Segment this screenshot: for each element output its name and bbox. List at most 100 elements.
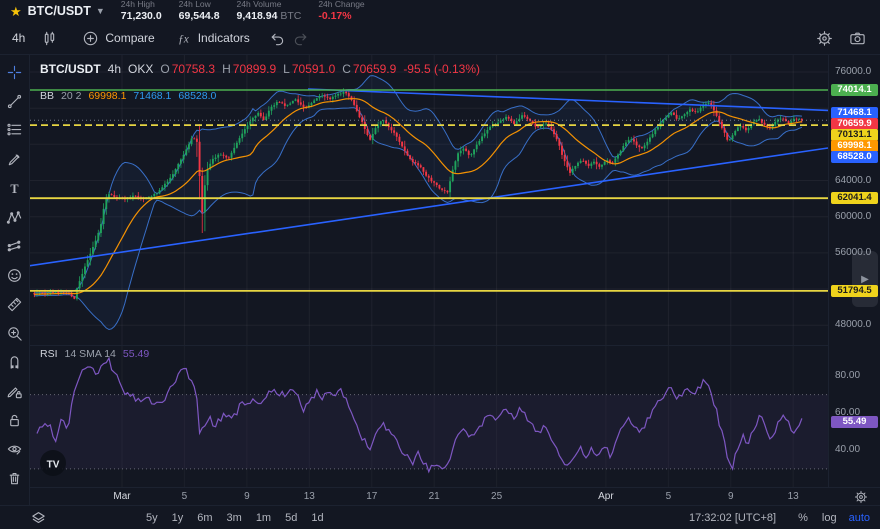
fib-retracement-icon <box>6 122 23 139</box>
tool-brush[interactable] <box>2 150 28 168</box>
tool-trend-line[interactable] <box>2 92 28 110</box>
tool-zoom-in[interactable] <box>2 324 28 342</box>
chart-toolbar: 4h Compare ƒx Indicators <box>0 22 880 55</box>
gear-icon <box>854 490 868 504</box>
bb-name: BB <box>40 90 54 102</box>
clock[interactable]: 17:32:02 [UTC+8] <box>689 512 776 524</box>
tool-projection[interactable] <box>2 237 28 255</box>
symbol-bar: ★ BTC/USDT ▼ 24h High71,230.024h Low69,5… <box>0 0 880 23</box>
tool-hide-all[interactable] <box>2 440 28 458</box>
range-3m[interactable]: 3m <box>220 512 249 524</box>
tool-remove-all[interactable] <box>2 469 28 487</box>
tool-lock-all[interactable] <box>2 411 28 429</box>
rsi-name: RSI <box>40 348 58 360</box>
indicators-label: Indicators <box>198 31 250 45</box>
compare-button[interactable]: Compare <box>74 25 162 51</box>
tool-fib-retracement[interactable] <box>2 121 28 139</box>
time-axis-settings-button[interactable] <box>854 490 868 504</box>
low-value: 70591.0 <box>292 62 335 76</box>
remove-all-icon <box>6 470 23 487</box>
interval-label: 4h <box>12 31 25 45</box>
drawing-toolbar: T <box>0 55 30 505</box>
ohlc-legend: BTC/USDT 4h OKX O70758.3 H70899.9 L70591… <box>40 62 480 76</box>
rsi-panel-chart[interactable]: TV <box>30 346 828 487</box>
legend-symbol[interactable]: BTC/USDT <box>40 62 101 76</box>
range-1m[interactable]: 1m <box>249 512 278 524</box>
gear-icon <box>816 30 833 47</box>
chart-settings-button[interactable] <box>810 25 839 51</box>
price-axis-tick: 76000.0 <box>835 66 871 78</box>
layout-manager-button[interactable] <box>30 510 47 527</box>
redo-icon <box>293 30 310 47</box>
symbol-switcher-button[interactable]: BTC/USDT ▼ <box>28 4 105 18</box>
tool-magnet[interactable] <box>2 353 28 371</box>
trend-line-icon <box>6 93 23 110</box>
legend-interval: 4h <box>108 62 121 76</box>
tradingview-watermark: TV <box>40 450 66 476</box>
favorite-star-icon[interactable]: ★ <box>10 5 22 18</box>
range-5y[interactable]: 5y <box>139 512 165 524</box>
time-axis[interactable]: Mar5913172125Apr5913 <box>30 487 880 506</box>
svg-text:ƒx: ƒx <box>178 33 189 45</box>
price-badge-62041.4: 62041.4 <box>831 192 878 204</box>
svg-text:T: T <box>10 181 18 195</box>
tool-drawing-mode-lock[interactable] <box>2 382 28 400</box>
price-badge-68528.0: 68528.0 <box>831 151 878 163</box>
panel-separator[interactable] <box>30 345 828 346</box>
compare-plus-icon <box>82 30 99 47</box>
tool-text[interactable]: T <box>2 179 28 197</box>
time-axis-label-17: 17 <box>366 491 377 502</box>
time-axis-label-5: 5 <box>182 491 188 502</box>
rsi-value: 55.49 <box>123 348 149 360</box>
tool-crosshair[interactable] <box>2 63 28 81</box>
measure-icon <box>6 296 23 313</box>
undo-button[interactable] <box>264 25 289 51</box>
price-axis[interactable]: 76000.064000.060000.056000.048000.074014… <box>828 55 880 487</box>
price-badge-51794.5: 51794.5 <box>831 285 878 297</box>
indicators-button[interactable]: ƒx Indicators <box>167 25 258 51</box>
bb-params: 20 2 <box>61 90 81 102</box>
price-badge-74014.1: 74014.1 <box>831 84 878 96</box>
tool-measure[interactable] <box>2 295 28 313</box>
bb-upper-value: 71468.1 <box>133 90 171 102</box>
bb-legend[interactable]: BB 20 2 69998.1 71468.1 68528.0 <box>40 90 216 102</box>
time-axis-label-21: 21 <box>429 491 440 502</box>
time-axis-label-9: 9 <box>244 491 250 502</box>
time-axis-label-13: 13 <box>304 491 315 502</box>
range-5d[interactable]: 5d <box>278 512 304 524</box>
change-value: -95.5 (-0.13%) <box>403 62 480 76</box>
high-value: 70899.9 <box>233 62 276 76</box>
price-axis-tick: 56000.0 <box>835 247 871 259</box>
tool-xabcd-pattern[interactable] <box>2 208 28 226</box>
toolbar-right-group <box>810 25 872 51</box>
auto-scale-toggle[interactable]: auto <box>849 512 870 524</box>
bottom-bar: 5y1y6m3m1m5d1d 17:32:02 [UTC+8] % log au… <box>0 505 880 529</box>
time-axis-label-25: 25 <box>491 491 502 502</box>
xabcd-pattern-icon <box>6 209 23 226</box>
candlestick-icon <box>41 30 58 47</box>
compare-label: Compare <box>105 31 154 45</box>
price-axis-tick: 60000.0 <box>835 211 871 223</box>
time-axis-label-apr: Apr <box>598 491 614 502</box>
rsi-legend[interactable]: RSI 14 SMA 14 55.49 <box>40 348 149 360</box>
time-axis-label-mar: Mar <box>113 491 130 502</box>
stat-24h-volume: 24h Volume9,418.94 BTC <box>237 0 302 22</box>
redo-button[interactable] <box>289 25 314 51</box>
interval-button[interactable]: 4h <box>4 25 33 51</box>
emoji-icon <box>6 267 23 284</box>
range-6m[interactable]: 6m <box>190 512 219 524</box>
screenshot-button[interactable] <box>843 25 872 51</box>
magnet-icon <box>6 354 23 371</box>
chart-style-button[interactable] <box>33 25 66 51</box>
rsi-value-badge: 55.49 <box>831 416 878 428</box>
text-icon: T <box>6 180 23 197</box>
log-scale-toggle[interactable]: log <box>822 512 837 524</box>
range-1y[interactable]: 1y <box>165 512 191 524</box>
rsi-axis-tick: 80.00 <box>835 370 860 382</box>
percent-scale-toggle[interactable]: % <box>798 512 808 524</box>
bb-basis-value: 69998.1 <box>88 90 126 102</box>
range-1d[interactable]: 1d <box>304 512 330 524</box>
stat-24h-low: 24h Low69,544.8 <box>179 0 220 22</box>
rsi-axis-tick: 40.00 <box>835 444 860 456</box>
tool-emoji[interactable] <box>2 266 28 284</box>
